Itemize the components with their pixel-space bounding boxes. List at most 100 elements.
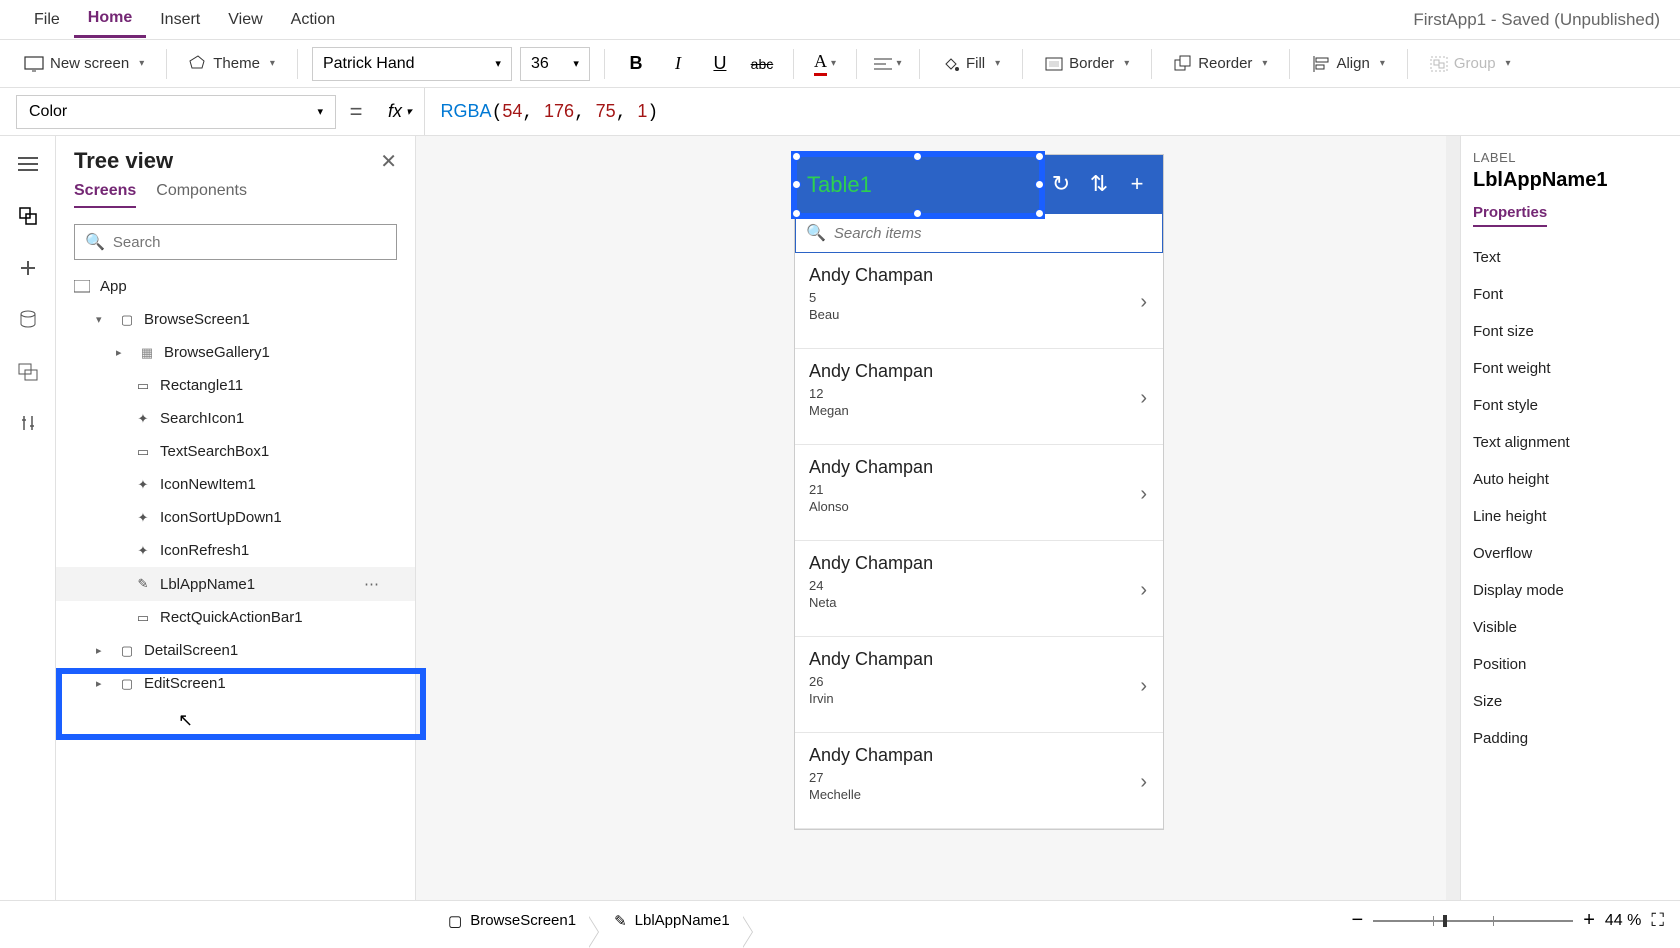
phone-search[interactable]: 🔍 <box>795 213 1163 253</box>
expand-icon[interactable]: ▸ <box>96 644 110 657</box>
media-icon[interactable] <box>16 360 40 384</box>
tree-node-detailscreen1[interactable]: ▸ ▢ DetailScreen1 <box>56 634 415 667</box>
list-item[interactable]: Andy Champan 27 Mechelle › <box>795 733 1163 829</box>
tree-search-input[interactable] <box>113 234 386 251</box>
tree-node-browsescreen1[interactable]: ▾ ▢ BrowseScreen1 <box>56 303 415 336</box>
item-number: 24 <box>809 578 1149 593</box>
property-row[interactable]: Text <box>1473 239 1668 276</box>
property-row[interactable]: Font style <box>1473 387 1668 424</box>
tree-view-icon[interactable] <box>16 204 40 228</box>
expand-icon[interactable]: ▸ <box>116 346 130 359</box>
fx-button[interactable]: fx▾ <box>376 88 425 135</box>
tab-components[interactable]: Components <box>156 182 247 208</box>
tools-icon[interactable] <box>16 412 40 436</box>
chevron-right-icon[interactable]: › <box>1140 771 1147 794</box>
font-color-button[interactable]: A <box>808 47 842 81</box>
zoom-slider[interactable] <box>1373 920 1573 922</box>
property-row[interactable]: Text alignment <box>1473 424 1668 461</box>
tree-node-iconrefresh1[interactable]: ✦ IconRefresh1 <box>56 534 415 567</box>
property-row[interactable]: Font weight <box>1473 350 1668 387</box>
add-button[interactable]: + <box>1123 170 1151 198</box>
property-row[interactable]: Visible <box>1473 609 1668 646</box>
property-row[interactable]: Auto height <box>1473 461 1668 498</box>
property-row[interactable]: Padding <box>1473 720 1668 757</box>
element-category: LABEL <box>1473 150 1668 165</box>
property-row[interactable]: Font size <box>1473 313 1668 350</box>
property-row[interactable]: Size <box>1473 683 1668 720</box>
more-options-button[interactable]: ⋯ <box>364 575 379 593</box>
insert-icon[interactable] <box>16 256 40 280</box>
property-select[interactable]: Color ▾ <box>16 95 336 129</box>
group-button[interactable]: Group <box>1422 51 1519 76</box>
property-row[interactable]: Font <box>1473 276 1668 313</box>
font-size-value: 36 <box>531 55 549 73</box>
selected-label-overlay[interactable]: Table1 <box>791 151 1045 219</box>
phone-search-input[interactable] <box>834 225 1152 242</box>
border-button[interactable]: Border <box>1037 51 1137 76</box>
property-row[interactable]: Position <box>1473 646 1668 683</box>
property-row[interactable]: Overflow <box>1473 535 1668 572</box>
property-row[interactable]: Display mode <box>1473 572 1668 609</box>
list-item[interactable]: Andy Champan 12 Megan › <box>795 349 1163 445</box>
font-size-select[interactable]: 36▾ <box>520 47 590 81</box>
crumb-screen[interactable]: ▢ BrowseScreen1 <box>436 912 588 930</box>
chevron-right-icon[interactable]: › <box>1140 579 1147 602</box>
theme-button[interactable]: Theme <box>181 51 283 77</box>
list-item[interactable]: Andy Champan 24 Neta › <box>795 541 1163 637</box>
property-row[interactable]: Line height <box>1473 498 1668 535</box>
tree-node-rectquickactionbar1[interactable]: ▭ RectQuickActionBar1 <box>56 601 415 634</box>
text-align-button[interactable] <box>871 47 905 81</box>
expand-icon[interactable]: ▾ <box>96 313 110 326</box>
list-item[interactable]: Andy Champan 26 Irvin › <box>795 637 1163 733</box>
font-select[interactable]: Patrick Hand▾ <box>312 47 512 81</box>
menu-action[interactable]: Action <box>277 3 349 37</box>
control-icon: ✦ <box>134 510 152 526</box>
tree-node-app[interactable]: App <box>56 270 415 303</box>
close-tree-button[interactable]: ✕ <box>380 149 397 174</box>
new-screen-button[interactable]: New screen <box>16 51 152 76</box>
zoom-out-button[interactable]: − <box>1352 909 1364 932</box>
tree-search[interactable]: 🔍 <box>74 224 397 260</box>
hamburger-icon[interactable] <box>16 152 40 176</box>
bold-button[interactable]: B <box>619 47 653 81</box>
refresh-button[interactable]: ↻ <box>1047 170 1075 198</box>
canvas[interactable]: Table1 ↻ ⇅ + 🔍 Andy Champ <box>416 136 1460 900</box>
tree-node-textsearchbox1[interactable]: ▭ TextSearchBox1 <box>56 435 415 468</box>
sort-button[interactable]: ⇅ <box>1085 170 1113 198</box>
list-item[interactable]: Andy Champan 5 Beau › <box>795 253 1163 349</box>
tree-node-iconsortupdown1[interactable]: ✦ IconSortUpDown1 <box>56 501 415 534</box>
underline-button[interactable]: U <box>703 47 737 81</box>
fill-button[interactable]: Fill <box>934 51 1008 77</box>
tree-node-browsegallery1[interactable]: ▸ ▦ BrowseGallery1 <box>56 336 415 369</box>
menu-home[interactable]: Home <box>74 1 146 38</box>
italic-button[interactable]: I <box>661 47 695 81</box>
chevron-right-icon[interactable]: › <box>1140 483 1147 506</box>
chevron-right-icon[interactable]: › <box>1140 291 1147 314</box>
tree-node-searchicon1[interactable]: ✦ SearchIcon1 <box>56 402 415 435</box>
menu-view[interactable]: View <box>214 3 276 37</box>
tree-node-lblappname1[interactable]: ✎ LblAppName1 ⋯ <box>56 567 415 601</box>
tree-node-iconnewitem1[interactable]: ✦ IconNewItem1 <box>56 468 415 501</box>
strikethrough-button[interactable]: abc <box>745 47 779 81</box>
tab-screens[interactable]: Screens <box>74 182 136 208</box>
data-icon[interactable] <box>16 308 40 332</box>
menu-insert[interactable]: Insert <box>146 3 214 37</box>
screen-icon: ▢ <box>118 312 136 328</box>
canvas-scrollbar[interactable] <box>1446 136 1460 900</box>
menu-file[interactable]: File <box>20 3 74 37</box>
reorder-button[interactable]: Reorder <box>1166 51 1275 77</box>
chevron-right-icon[interactable]: › <box>1140 675 1147 698</box>
tree-node-editscreen1[interactable]: ▸ ▢ EditScreen1 <box>56 667 415 700</box>
chevron-right-icon[interactable]: › <box>1140 387 1147 410</box>
tab-properties[interactable]: Properties <box>1473 204 1547 227</box>
fit-screen-button[interactable]: ⛶ <box>1651 910 1664 931</box>
crumb-element[interactable]: ✎ LblAppName1 <box>602 912 742 930</box>
list-item[interactable]: Andy Champan 21 Alonso › <box>795 445 1163 541</box>
formula-input[interactable]: RGBA(54, 176, 75, 1) <box>425 101 659 123</box>
zoom-in-button[interactable]: + <box>1583 909 1595 932</box>
tree-node-rectangle11[interactable]: ▭ Rectangle11 <box>56 369 415 402</box>
align-button[interactable]: Align <box>1304 51 1392 76</box>
chevron-down-icon: ▾ <box>317 105 323 118</box>
item-name: Neta <box>809 595 1149 610</box>
expand-icon[interactable]: ▸ <box>96 677 110 690</box>
